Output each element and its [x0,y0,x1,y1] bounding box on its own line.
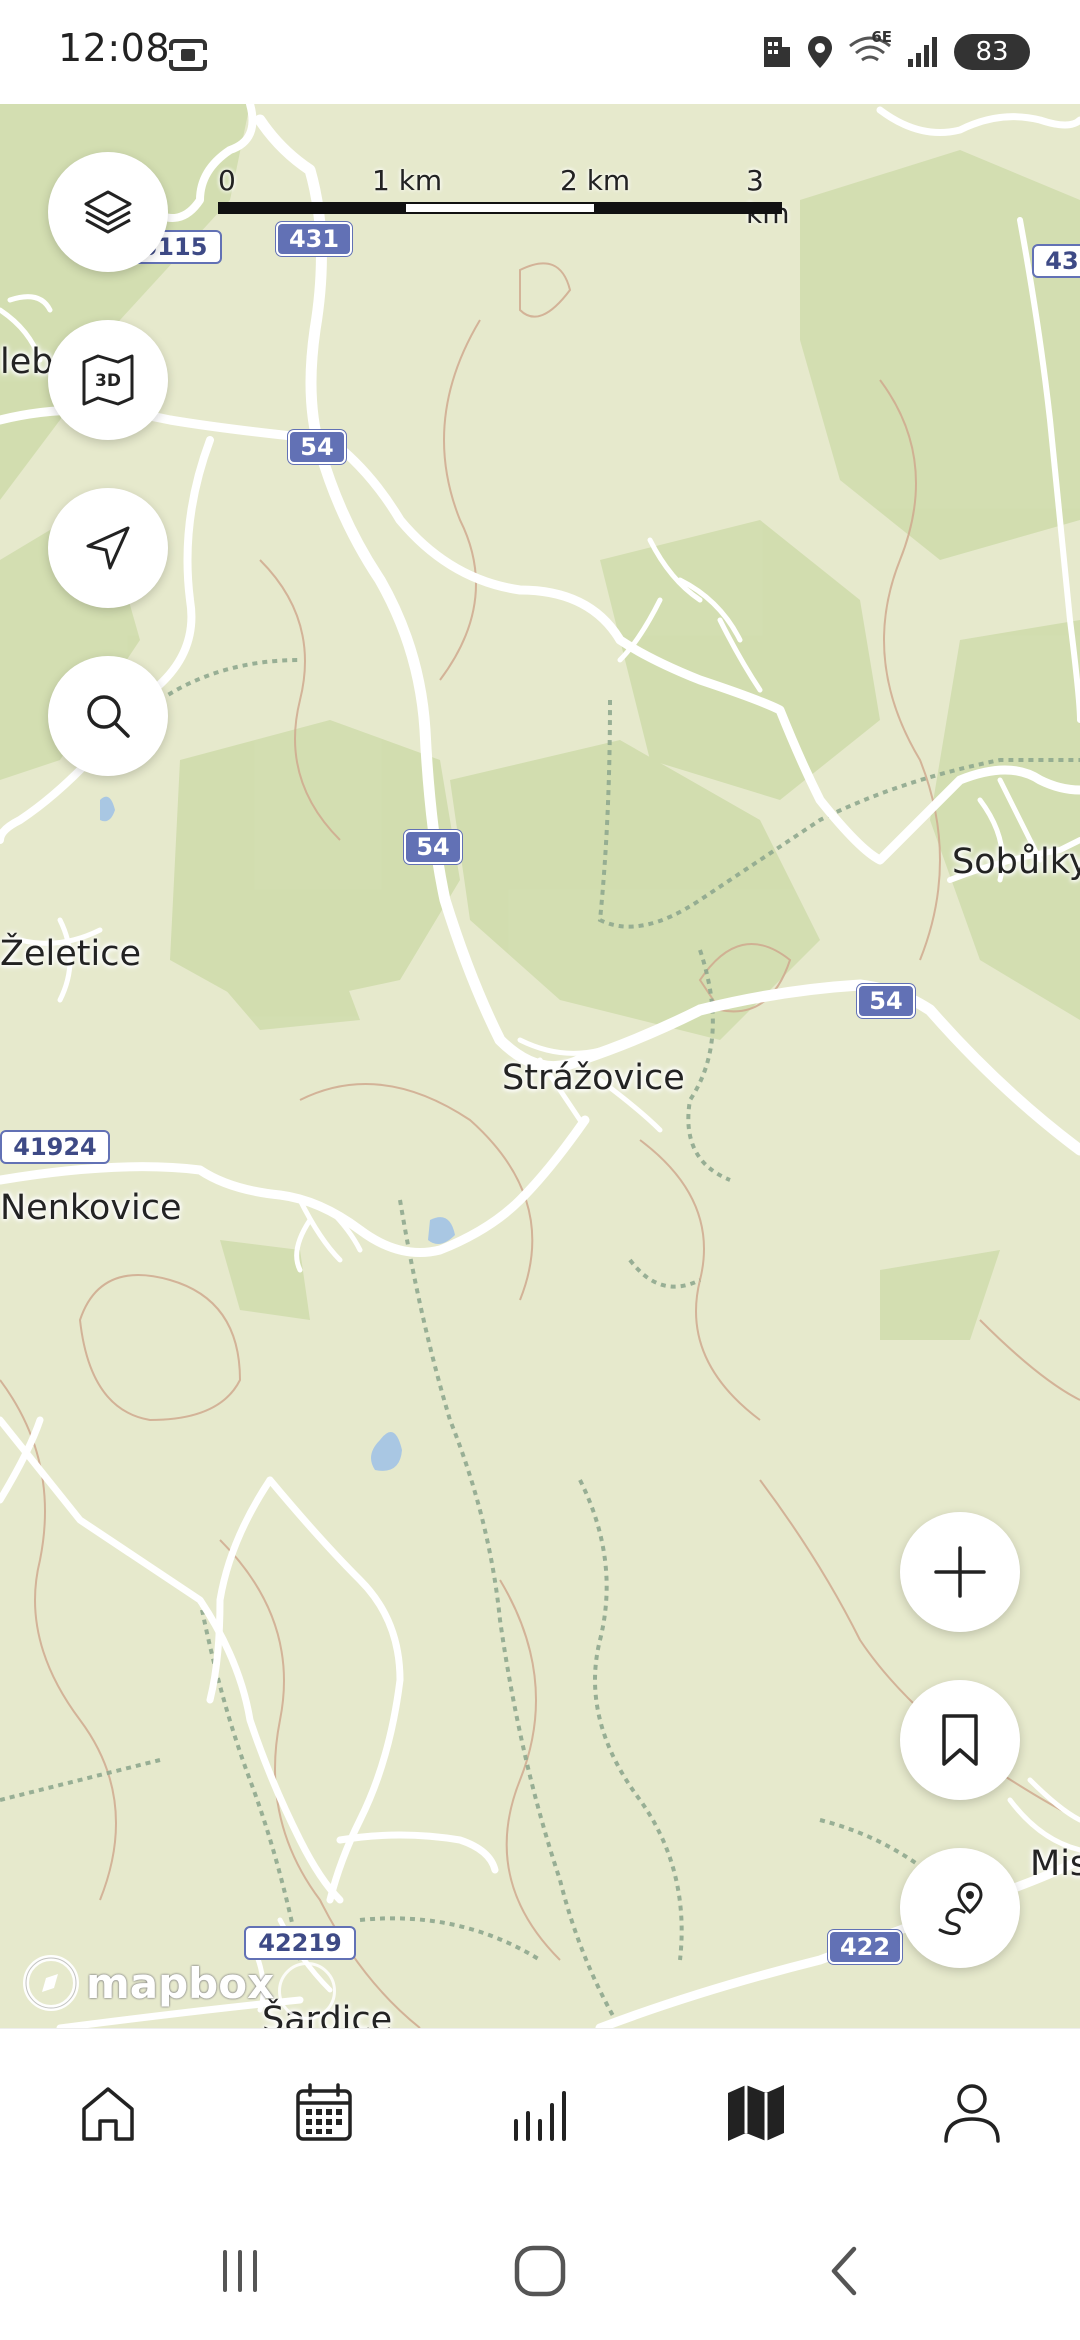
screenshot-icon [168,34,208,78]
road-shield-54-east: 54 [857,984,915,1018]
search-button[interactable] [48,656,168,776]
plus-icon [934,1546,986,1598]
map-view[interactable]: 0 1 km 2 km 3 km Strážovice Želetice Nen… [0,104,1080,2028]
bookmark-icon [942,1714,978,1766]
signal-icon [908,37,937,67]
road-shield-54-center: 54 [404,830,462,864]
map-icon [728,2085,784,2141]
scale-bar: 0 1 km 2 km 3 km [218,164,790,230]
place-label-zeletice: Želetice [0,934,141,974]
mapbox-logo: mapbox [22,1954,274,2012]
mapbox-wordmark: mapbox [86,1958,275,2008]
road-shield-54-north: 54 [288,430,346,464]
wifi-icon: 6E [848,28,892,72]
navigation-arrow-icon [86,526,130,570]
scale-label-2km: 2 km [560,164,631,197]
building-icon [764,37,790,67]
nav-profile[interactable] [927,2073,1017,2153]
svg-text:3D: 3D [95,371,121,391]
status-bar: 12:08 6E 83 [0,0,1080,104]
road-shield-41924: 41924 [0,1130,110,1164]
road-shield-422: 422 [828,1930,902,1964]
recents-icon [223,2250,257,2292]
recents-button[interactable] [190,2236,290,2306]
battery-badge: 83 [954,34,1030,70]
route-pin-icon [938,1882,983,1936]
home-outline-icon [514,2245,566,2297]
scale-label-0: 0 [218,164,236,197]
system-back-button[interactable] [795,2236,895,2306]
layers-icon [84,190,132,234]
system-home-button[interactable] [490,2236,590,2306]
location-icon [808,36,832,68]
route-button[interactable] [900,1848,1020,1968]
nav-map[interactable] [711,2073,801,2153]
layers-button[interactable] [48,152,168,272]
back-chevron-icon [831,2246,857,2296]
zoom-in-button[interactable] [900,1512,1020,1632]
calendar-icon [296,2083,352,2141]
nav-stats[interactable] [495,2073,585,2153]
attribution-info-button[interactable] [278,1962,336,2020]
bottom-navigation [0,2028,1080,2201]
wifi-6e-label: 6E [871,28,892,46]
road-shield-43: 43 [1032,244,1080,278]
place-label-leb: leb [0,342,54,382]
profile-icon [944,2084,1000,2143]
nav-home[interactable] [63,2073,153,2153]
locate-me-button[interactable] [48,488,168,608]
3d-map-icon: 3D [82,354,134,406]
search-icon [87,695,130,738]
road-shield-431: 431 [276,222,352,256]
scale-label-3km: 3 km [746,164,790,230]
mapbox-mark-icon [23,1955,79,2011]
stats-icon [514,2091,566,2141]
nav-calendar[interactable] [279,2073,369,2153]
place-label-sobulky: Sobůlky [952,842,1080,882]
status-time: 12:08 [58,26,171,70]
home-icon [82,2087,134,2141]
place-label-mis: Mis [1030,1844,1080,1884]
status-icons: 6E 83 [762,28,1030,74]
3d-view-button[interactable]: 3D [48,320,168,440]
place-label-strazovice: Strážovice [502,1058,685,1098]
scale-bar-segments [218,202,782,214]
system-navigation-bar [0,2200,1080,2340]
scale-label-1km: 1 km [372,164,443,197]
place-label-nenkovice: Nenkovice [0,1188,182,1228]
bookmark-button[interactable] [900,1680,1020,1800]
